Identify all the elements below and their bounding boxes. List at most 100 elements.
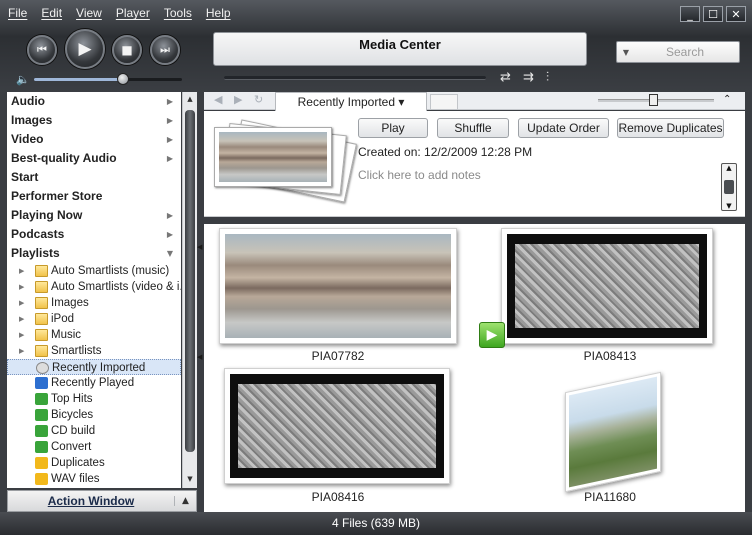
map-image xyxy=(507,234,707,338)
chevron-up-icon[interactable]: ▲ xyxy=(174,496,196,506)
playlist-ipod[interactable]: ▶ iPod xyxy=(7,311,181,327)
menu-edit[interactable]: Edit xyxy=(41,6,62,20)
file-thumbnail[interactable] xyxy=(219,228,457,344)
tree-item-performer-store[interactable]: Performer Store xyxy=(7,187,181,206)
expand-icon[interactable]: ▶ xyxy=(19,263,24,279)
back-icon[interactable]: ◀ xyxy=(214,93,222,106)
thumbnail-size-handle[interactable] xyxy=(649,94,658,106)
chevron-right-icon: ▶ xyxy=(166,97,173,106)
playlist-wav-files[interactable]: WAV files xyxy=(7,471,181,487)
expand-icon[interactable]: ▶ xyxy=(19,279,24,295)
repeat-icon[interactable]: ⇉ xyxy=(523,70,534,85)
smartlist-icon xyxy=(35,473,48,485)
scroll-up-icon[interactable]: ▲ xyxy=(183,92,197,106)
shuffle-button[interactable]: Shuffle xyxy=(437,118,509,138)
tree-item-video[interactable]: Video ▶ xyxy=(7,130,181,149)
seek-bar[interactable] xyxy=(224,76,486,80)
playlist-recently-imported[interactable]: Recently Imported xyxy=(7,359,181,375)
remove-duplicates-button[interactable]: Remove Duplicates xyxy=(617,118,724,138)
menu-view[interactable]: View xyxy=(76,6,102,20)
play-button[interactable]: Play xyxy=(358,118,428,138)
tree-item-start[interactable]: Start xyxy=(7,168,181,187)
playlist-icon xyxy=(35,409,48,421)
playlist-smartlists[interactable]: ▶ Smartlists xyxy=(7,343,181,359)
notes-scrollbar[interactable]: ▲ ▼ xyxy=(721,163,737,211)
previous-track-icon[interactable]: ⏮ xyxy=(27,35,57,65)
refresh-icon[interactable]: ↻ xyxy=(254,93,263,106)
playlist-music[interactable]: ▶ Music xyxy=(7,327,181,343)
scroll-up-icon[interactable]: ▲ xyxy=(722,164,736,172)
close-icon[interactable]: ✕ xyxy=(726,6,746,22)
file-name: PIA11680 xyxy=(584,490,636,504)
tree-item-label: Best-quality Audio xyxy=(11,151,117,165)
expand-icon[interactable]: ▶ xyxy=(19,327,24,343)
file-name: PIA08413 xyxy=(583,349,637,363)
new-tab-button[interactable] xyxy=(430,94,458,110)
folder-icon xyxy=(35,329,48,341)
tree-item-images[interactable]: Images ▶ xyxy=(7,111,181,130)
action-window-link[interactable]: Action Window xyxy=(8,494,174,508)
tree-item-podcasts[interactable]: Podcasts ▶ xyxy=(7,225,181,244)
notes-field[interactable]: Click here to add notes xyxy=(358,168,481,182)
volume-slider-handle[interactable] xyxy=(116,73,129,85)
tree-item-audio[interactable]: Audio ▶ xyxy=(7,92,181,111)
tab-recently-imported[interactable]: Recently Imported ▾ xyxy=(275,92,427,111)
volume-slider-fill xyxy=(34,78,123,81)
playlist-images[interactable]: ▶ Images xyxy=(7,295,181,311)
playlist-thumbnail xyxy=(214,127,332,187)
tree-item-label: Images xyxy=(11,113,53,127)
collapse-left-icon[interactable]: ◀ xyxy=(197,350,202,364)
expand-icon[interactable]: ▶ xyxy=(19,311,24,327)
playlist-auto-smartlists-music[interactable]: ▶ Auto Smartlists (music) xyxy=(7,263,181,279)
file-thumbnail[interactable] xyxy=(501,228,713,344)
scrollbar-thumb[interactable] xyxy=(724,180,734,194)
collapse-info-icon[interactable]: ⌃ xyxy=(723,94,731,105)
maximize-icon[interactable]: ☐ xyxy=(703,6,723,22)
playlist-duplicates[interactable]: Duplicates xyxy=(7,455,181,471)
menu-tools[interactable]: Tools xyxy=(164,6,192,20)
playlist-icon xyxy=(35,393,48,405)
map-surface xyxy=(515,244,699,328)
tree-item-playing-now[interactable]: Playing Now ▶ xyxy=(7,206,181,225)
shuffle-icon[interactable]: ⇄ xyxy=(500,70,511,85)
tree-item-playlists[interactable]: Playlists ▼ xyxy=(7,244,181,263)
minimize-icon[interactable]: _ xyxy=(680,6,700,22)
play-icon[interactable]: ▶ xyxy=(65,29,105,69)
search-scope-dropdown-icon[interactable]: ▼ xyxy=(617,48,635,57)
next-track-icon[interactable]: ⏭ xyxy=(150,35,180,65)
menu-help[interactable]: Help xyxy=(206,6,231,20)
playlist-convert[interactable]: Convert xyxy=(7,439,181,455)
update-order-button[interactable]: Update Order xyxy=(518,118,609,138)
scrollbar-thumb[interactable] xyxy=(185,110,195,452)
play-icon[interactable]: ▶ xyxy=(479,322,505,348)
status-bar: 4 Files (639 MB) xyxy=(0,512,752,535)
equalizer-icon[interactable]: ⫶ xyxy=(546,70,549,85)
playlist-label: Convert xyxy=(51,441,92,453)
expand-icon[interactable]: ▶ xyxy=(19,343,24,359)
playlist-icon xyxy=(35,377,48,389)
playlist-bicycles[interactable]: Bicycles xyxy=(7,407,181,423)
playlist-cd-build[interactable]: CD build xyxy=(7,423,181,439)
stop-icon[interactable]: ■ xyxy=(112,35,142,65)
playlist-top-hits[interactable]: Top Hits xyxy=(7,391,181,407)
tree-item-best-quality-audio[interactable]: Best-quality Audio ▶ xyxy=(7,149,181,168)
tree-scrollbar[interactable]: ▲ ▼ xyxy=(182,92,197,488)
forward-icon[interactable]: ▶ xyxy=(234,93,242,106)
menu-file[interactable]: File xyxy=(8,6,27,20)
playlist-label: Auto Smartlists (video & i... xyxy=(51,281,181,293)
scroll-down-icon[interactable]: ▼ xyxy=(722,202,736,210)
file-count-status: 4 Files (639 MB) xyxy=(331,516,421,530)
playlist-recently-played[interactable]: Recently Played xyxy=(7,375,181,391)
playlist-auto-smartlists-video[interactable]: ▶ Auto Smartlists (video & i... xyxy=(7,279,181,295)
scroll-down-icon[interactable]: ▼ xyxy=(183,472,197,486)
pane-splitter[interactable]: ◀ ◀ xyxy=(197,240,202,364)
file-thumbnail[interactable] xyxy=(565,371,661,493)
landscape-image xyxy=(569,376,657,488)
playlist-label: Duplicates xyxy=(51,457,105,469)
search-input[interactable] xyxy=(635,45,735,59)
expand-icon[interactable]: ▶ xyxy=(19,295,24,311)
playlist-label: Smartlists xyxy=(51,345,102,357)
collapse-left-icon[interactable]: ◀ xyxy=(197,240,202,254)
file-thumbnail[interactable] xyxy=(224,368,450,484)
menu-player[interactable]: Player xyxy=(116,6,150,20)
